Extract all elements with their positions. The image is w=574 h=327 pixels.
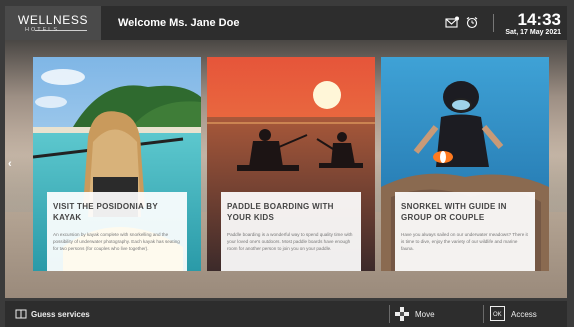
- main-content: ‹ VISIT THE POSIDONIA BY KAYAK An excurs…: [5, 40, 567, 298]
- card-caption: VISIT THE POSIDONIA BY KAYAK An excursio…: [47, 192, 187, 271]
- logo-sub-text: HOTELS: [25, 27, 60, 33]
- guest-services-label: Guess services: [31, 310, 90, 319]
- activity-card-kayak[interactable]: VISIT THE POSIDONIA BY KAYAK An excursio…: [33, 57, 201, 271]
- card-title: SNORKEL WITH GUIDE IN GROUP OR COUPLE: [401, 202, 507, 222]
- book-icon: [15, 308, 27, 322]
- app-frame: WELLNESS HOTELS Welcome Ms. Jane Doe 14:…: [0, 0, 574, 327]
- footer-divider: [483, 305, 484, 323]
- hotel-logo: WELLNESS HOTELS: [5, 6, 101, 40]
- access-label: Access: [511, 310, 537, 319]
- alarm-clock-icon[interactable]: [465, 16, 479, 29]
- previous-arrow-icon[interactable]: ‹: [8, 158, 12, 170]
- footer-divider: [389, 305, 390, 323]
- mail-icon[interactable]: [445, 16, 459, 29]
- top-bar: WELLNESS HOTELS Welcome Ms. Jane Doe 14:…: [5, 6, 567, 40]
- clock-date: Sat, 17 May 2021: [505, 29, 561, 36]
- logo-main-text: WELLNESS: [17, 13, 89, 27]
- card-description: Paddle boarding is a wonderful way to sp…: [227, 232, 353, 251]
- activity-card-paddle-boarding[interactable]: PADDLE BOARDING WITH YOUR KIDS Paddle bo…: [207, 57, 375, 271]
- card-title: PADDLE BOARDING WITH YOUR KIDS: [227, 202, 334, 222]
- card-description: An excursion by kayak complete with snor…: [53, 232, 180, 251]
- card-caption: SNORKEL WITH GUIDE IN GROUP OR COUPLE Ha…: [395, 192, 535, 271]
- svg-text:OK: OK: [493, 312, 502, 318]
- welcome-message: Welcome Ms. Jane Doe: [118, 17, 240, 29]
- card-title: VISIT THE POSIDONIA BY KAYAK: [53, 202, 158, 222]
- card-caption: PADDLE BOARDING WITH YOUR KIDS Paddle bo…: [221, 192, 361, 271]
- move-label: Move: [415, 310, 435, 319]
- dpad-icon: [395, 307, 409, 323]
- clock-time: 14:33: [517, 10, 561, 29]
- header-divider: [493, 14, 494, 32]
- bottom-bar: Guess services Move OK Access: [5, 301, 567, 327]
- card-description: Have you always sailed on our underwater…: [401, 232, 528, 251]
- ok-button-icon: OK: [490, 306, 505, 323]
- activity-card-snorkel[interactable]: SNORKEL WITH GUIDE IN GROUP OR COUPLE Ha…: [381, 57, 549, 271]
